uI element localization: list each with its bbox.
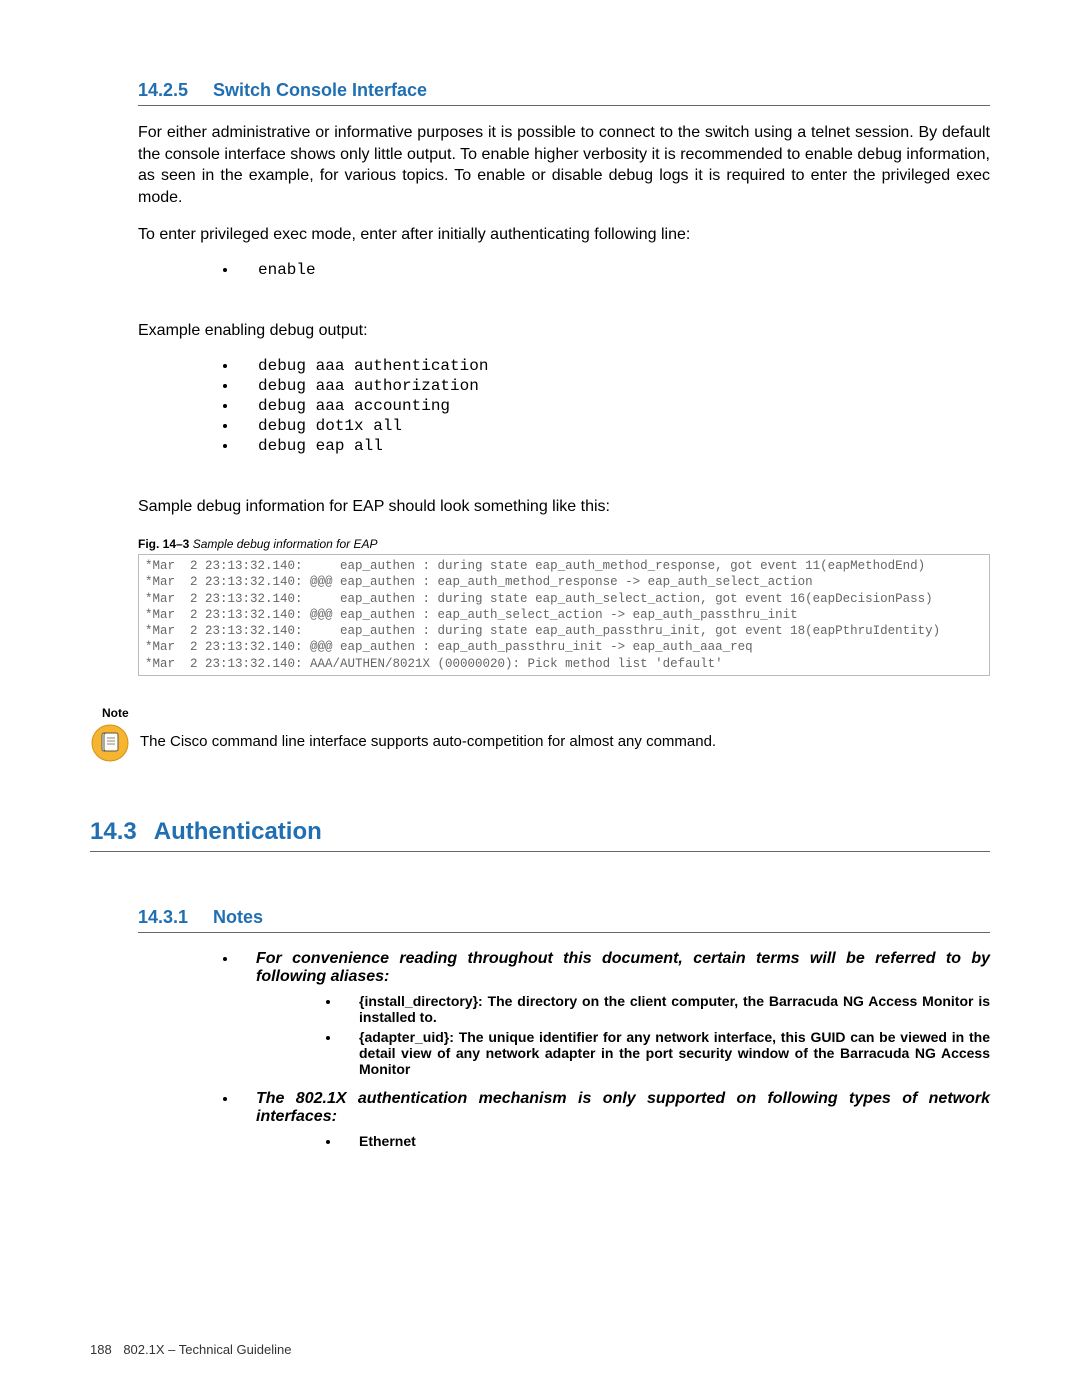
note-icon: [90, 723, 130, 763]
note-text: The Cisco command line interface support…: [140, 723, 716, 750]
notes-item: The 802.1X authentication mechanism is o…: [238, 1087, 990, 1159]
notes-subitem: {adapter_uid}: The unique identifier for…: [341, 1027, 990, 1079]
figure-title: Sample debug information for EAP: [193, 537, 378, 551]
heading-number: 14.2.5: [138, 80, 208, 101]
heading-14-2-5: 14.2.5 Switch Console Interface: [138, 80, 990, 106]
page-number: 188: [90, 1342, 112, 1357]
command-list: debug aaa authentication debug aaa autho…: [138, 356, 990, 456]
footer-title: 802.1X – Technical Guideline: [123, 1342, 291, 1357]
notes-list: For convenience reading throughout this …: [138, 947, 990, 1159]
command-item: debug aaa accounting: [238, 396, 990, 416]
command-list: enable: [138, 260, 990, 280]
heading-number: 14.3.1: [138, 907, 208, 928]
heading-14-3-1: 14.3.1 Notes: [138, 907, 990, 933]
note-block: Note The Cisco command line interface su…: [90, 706, 990, 763]
command-item: debug eap all: [238, 436, 990, 456]
figure-caption: Fig. 14–3 Sample debug information for E…: [138, 537, 990, 551]
term-desc: The unique identifier for any network in…: [359, 1029, 990, 1077]
heading-title: Authentication: [154, 818, 322, 845]
paragraph: Sample debug information for EAP should …: [138, 496, 990, 518]
term: {install_directory}:: [359, 993, 483, 1009]
command-item: debug aaa authentication: [238, 356, 990, 376]
page-footer: 188 802.1X – Technical Guideline: [90, 1342, 291, 1357]
command-item: enable: [238, 260, 990, 280]
term: {adapter_uid}:: [359, 1029, 454, 1045]
heading-14-3: 14.3 Authentication: [90, 818, 990, 852]
notes-item-text: For convenience reading throughout this …: [256, 950, 990, 985]
notes-subitem: {install_directory}: The directory on th…: [341, 991, 990, 1027]
note-label: Note: [102, 706, 990, 720]
heading-title: Switch Console Interface: [213, 80, 427, 100]
paragraph: For either administrative or informative…: [138, 122, 990, 208]
notes-item-text: The 802.1X authentication mechanism is o…: [256, 1090, 990, 1125]
notes-subitem: Ethernet: [341, 1131, 990, 1151]
heading-number: 14.3: [90, 818, 148, 846]
command-item: debug aaa authorization: [238, 376, 990, 396]
notes-sublist: Ethernet: [256, 1131, 990, 1151]
code-sample: *Mar 2 23:13:32.140: eap_authen : during…: [138, 554, 990, 676]
notes-sublist: {install_directory}: The directory on th…: [256, 991, 990, 1079]
figure-label: Fig. 14–3: [138, 537, 189, 551]
paragraph: To enter privileged exec mode, enter aft…: [138, 224, 990, 246]
paragraph: Example enabling debug output:: [138, 320, 990, 342]
heading-title: Notes: [213, 907, 263, 927]
command-item: debug dot1x all: [238, 416, 990, 436]
notes-item: For convenience reading throughout this …: [238, 947, 990, 1087]
